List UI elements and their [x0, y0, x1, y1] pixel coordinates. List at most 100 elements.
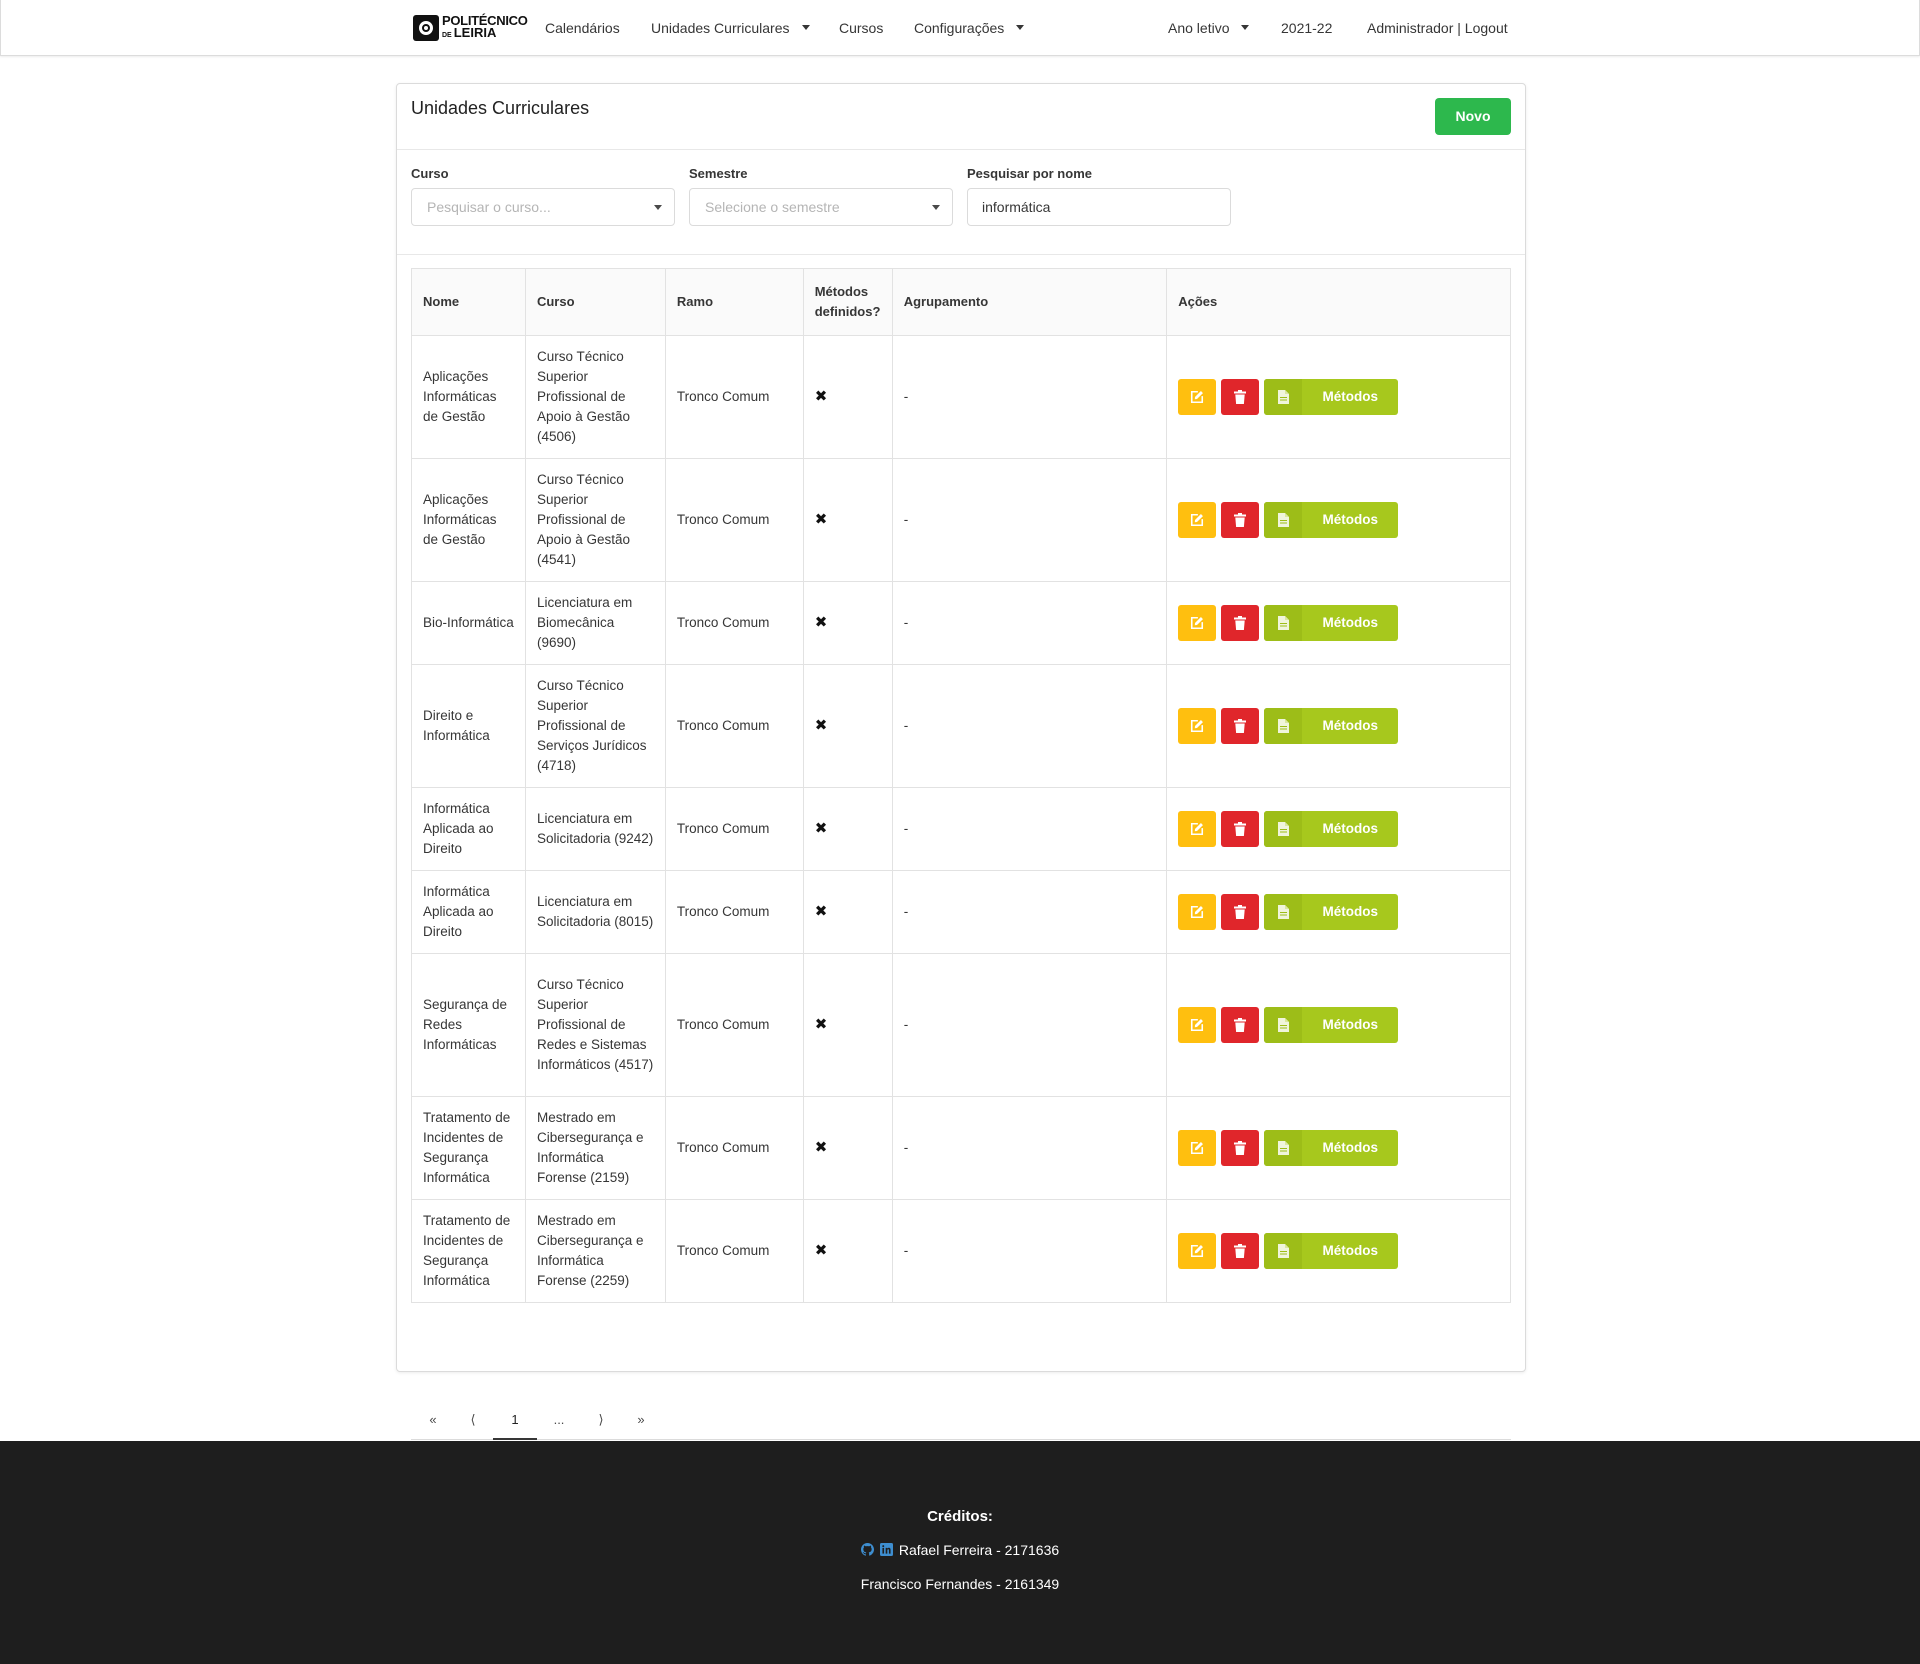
trash-icon	[1234, 822, 1247, 836]
delete-button[interactable]	[1221, 708, 1260, 744]
edit-button[interactable]	[1178, 379, 1217, 415]
nav-ano-letivo[interactable]: Ano letivo	[1168, 0, 1250, 56]
nav-year-value[interactable]: 2021-22	[1281, 0, 1332, 56]
edit-icon	[1191, 1141, 1204, 1155]
edit-button[interactable]	[1178, 1007, 1217, 1043]
delete-button[interactable]	[1221, 1007, 1260, 1043]
chevron-down-icon	[801, 24, 810, 30]
col-header-metodos[interactable]: Métodos definidos?	[802, 268, 893, 336]
col-header-curso[interactable]: Curso	[524, 268, 666, 336]
table-row: Tratamento de Incidentes de Segurança In…	[411, 1199, 1511, 1303]
edit-button[interactable]	[1178, 1233, 1217, 1269]
table-row: Informática Aplicada ao Direito Licenciat…	[411, 870, 1511, 954]
edit-icon	[1191, 616, 1204, 630]
cell-metodos: ✖	[802, 870, 893, 954]
cell-curso: Mestrado em Cibersegurança e Informática…	[524, 1096, 666, 1200]
x-icon: ✖	[814, 820, 828, 837]
cell-ramo: Tronco Comum	[664, 870, 804, 954]
methods-button[interactable]: Métodos	[1264, 605, 1399, 641]
methods-button[interactable]: Métodos	[1264, 379, 1399, 415]
x-icon: ✖	[814, 1242, 828, 1259]
footer: Créditos: Rafael Ferreira - 2171636 Fran…	[0, 1441, 1920, 1664]
trash-icon	[1234, 513, 1247, 527]
table-row: Aplicações Informáticas de Gestão Curso T…	[411, 458, 1511, 582]
filter-semestre-label: Semestre	[689, 166, 748, 181]
cell-metodos: ✖	[802, 664, 893, 788]
delete-button[interactable]	[1221, 502, 1260, 538]
edit-button[interactable]	[1178, 502, 1217, 538]
document-icon	[1277, 1141, 1289, 1155]
delete-button[interactable]	[1221, 894, 1260, 930]
nav-configuracoes[interactable]: Configurações	[914, 0, 1025, 56]
col-header-ramo[interactable]: Ramo	[664, 268, 804, 336]
edit-icon	[1191, 513, 1204, 527]
methods-button[interactable]: Métodos	[1264, 1130, 1399, 1166]
cell-curso: Mestrado em Cibersegurança e Informática…	[524, 1199, 666, 1303]
edit-button[interactable]	[1178, 1130, 1217, 1166]
chevron-down-icon	[1241, 24, 1250, 30]
edit-button[interactable]	[1178, 811, 1217, 847]
x-icon: ✖	[814, 903, 828, 920]
delete-button[interactable]	[1221, 1233, 1260, 1269]
cell-metodos: ✖	[802, 581, 893, 665]
methods-button[interactable]: Métodos	[1264, 1233, 1399, 1269]
methods-button[interactable]: Métodos	[1264, 1007, 1399, 1043]
edit-icon	[1191, 1018, 1204, 1032]
pagination-next[interactable]: ⟩	[579, 1400, 623, 1440]
linkedin-icon[interactable]	[879, 1543, 893, 1556]
nav-calendarios[interactable]: Calendários	[545, 0, 620, 56]
cell-metodos: ✖	[802, 787, 893, 871]
cell-acoes: Métodos	[1166, 787, 1511, 871]
cell-ramo: Tronco Comum	[664, 1199, 804, 1303]
methods-button[interactable]: Métodos	[1264, 811, 1399, 847]
pagination-first[interactable]: «	[411, 1400, 455, 1440]
edit-button[interactable]	[1178, 708, 1217, 744]
methods-button[interactable]: Métodos	[1264, 708, 1399, 744]
footer-title: Créditos:	[927, 1508, 993, 1525]
nav-user[interactable]: Administrador	[1367, 20, 1453, 36]
nav-cursos[interactable]: Cursos	[839, 0, 883, 56]
delete-button[interactable]	[1221, 1130, 1260, 1166]
table-row: Tratamento de Incidentes de Segurança In…	[411, 1096, 1511, 1200]
brand-logo[interactable]: POLITÉCNICO DE LEIRIA	[413, 14, 528, 41]
cell-agrupamento: -	[891, 953, 1168, 1097]
col-header-nome[interactable]: Nome	[411, 268, 526, 336]
methods-button[interactable]: Métodos	[1264, 894, 1399, 930]
delete-button[interactable]	[1221, 811, 1260, 847]
pagination-page-1[interactable]: 1	[493, 1400, 537, 1440]
cell-metodos: ✖	[802, 458, 893, 582]
pagination-last[interactable]: »	[619, 1400, 663, 1440]
cell-agrupamento: -	[891, 1199, 1168, 1303]
cell-curso: Licenciatura em Biomecânica (9690)	[524, 581, 666, 665]
delete-button[interactable]	[1221, 379, 1260, 415]
github-icon[interactable]	[860, 1543, 874, 1556]
filter-nome-label: Pesquisar por nome	[967, 166, 1092, 181]
logout-link[interactable]: Logout	[1465, 20, 1508, 36]
nav-separator: |	[1457, 20, 1461, 36]
footer-credit-2: Francisco Fernandes - 2161349	[860, 1576, 1060, 1592]
brand-mark-icon	[413, 15, 439, 41]
curso-select[interactable]: Pesquisar o curso...	[411, 188, 675, 226]
chevron-down-icon	[654, 205, 662, 210]
chevron-down-icon	[1016, 24, 1025, 30]
cell-ramo: Tronco Comum	[664, 458, 804, 582]
nav-unidades-curriculares[interactable]: Unidades Curriculares	[651, 0, 810, 56]
search-name-input[interactable]: informática	[967, 188, 1231, 226]
cell-metodos: ✖	[802, 1096, 893, 1200]
cell-acoes: Métodos	[1166, 664, 1511, 788]
new-button[interactable]: Novo	[1435, 98, 1511, 135]
pagination-prev[interactable]: ⟨	[451, 1400, 495, 1440]
cell-nome: Aplicações Informáticas de Gestão	[411, 335, 526, 459]
delete-button[interactable]	[1221, 605, 1260, 641]
cell-agrupamento: -	[891, 458, 1168, 582]
cell-agrupamento: -	[891, 581, 1168, 665]
x-icon: ✖	[814, 717, 828, 734]
semestre-select[interactable]: Selecione o semestre	[689, 188, 953, 226]
col-header-agrupamento[interactable]: Agrupamento	[891, 268, 1168, 336]
cell-nome: Informática Aplicada ao Direito	[411, 787, 526, 871]
edit-button[interactable]	[1178, 894, 1217, 930]
cell-acoes: Métodos	[1166, 870, 1511, 954]
cell-ramo: Tronco Comum	[664, 335, 804, 459]
edit-button[interactable]	[1178, 605, 1217, 641]
methods-button[interactable]: Métodos	[1264, 502, 1399, 538]
